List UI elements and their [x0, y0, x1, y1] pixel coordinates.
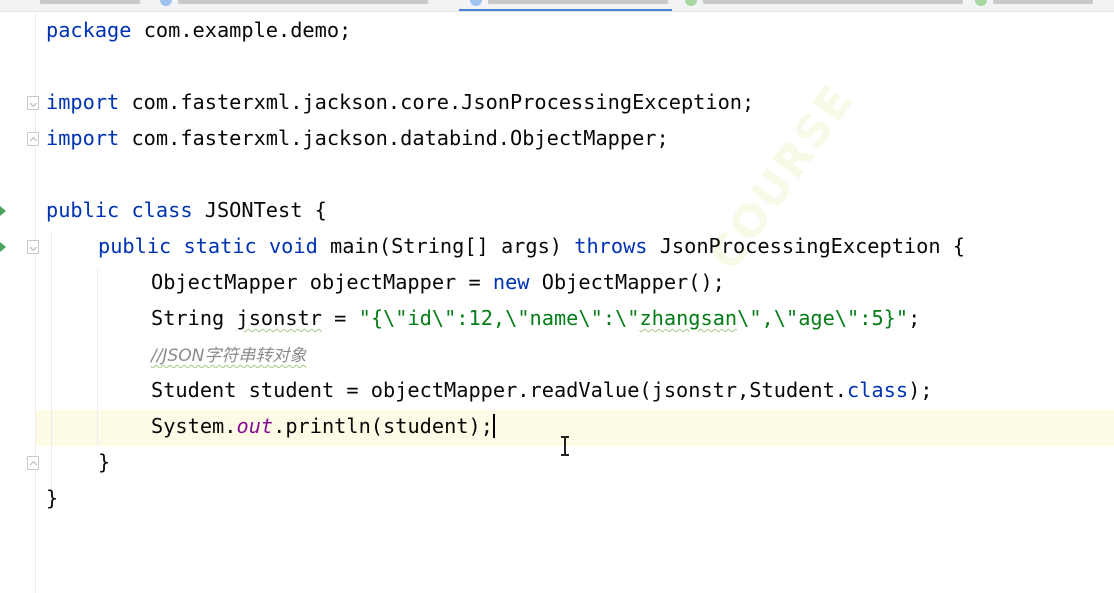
code-line[interactable]: import com.fasterxml.jackson.databind.Ob… [46, 120, 669, 156]
class-icon [160, 0, 172, 6]
code-line[interactable]: } [98, 444, 110, 480]
code-line[interactable]: Student student = objectMapper.readValue… [151, 372, 932, 408]
code-line[interactable]: } [46, 480, 58, 516]
code-line[interactable]: package com.example.demo; [46, 12, 351, 48]
code-line[interactable]: //JSON字符串转对象 [151, 336, 306, 372]
class-icon [685, 0, 697, 6]
active-tab-indicator [459, 9, 672, 11]
run-gutter-icon[interactable] [0, 206, 6, 216]
class-icon [470, 0, 482, 6]
editor-tab-strip [0, 0, 1114, 12]
run-gutter-icon[interactable] [0, 242, 6, 252]
text-cursor-icon [561, 436, 569, 456]
fold-icon[interactable] [27, 96, 39, 110]
indent-guide [51, 232, 52, 494]
code-line[interactable]: ObjectMapper objectMapper = new ObjectMa… [151, 264, 725, 300]
code-line[interactable]: public class JSONTest { [46, 192, 327, 228]
fold-icon[interactable] [27, 132, 39, 146]
code-line[interactable]: String jsonstr = "{\"id\":12,\"name\":\"… [151, 300, 920, 336]
code-line-current[interactable]: System.out.println(student); [151, 408, 495, 444]
fold-icon[interactable] [27, 456, 39, 470]
indent-guide [97, 268, 98, 446]
text-caret [492, 414, 495, 438]
code-line[interactable]: import com.fasterxml.jackson.core.JsonPr… [46, 84, 754, 120]
fold-icon[interactable] [27, 240, 39, 254]
class-icon [975, 0, 987, 6]
code-line[interactable]: public static void main(String[] args) t… [98, 228, 965, 264]
